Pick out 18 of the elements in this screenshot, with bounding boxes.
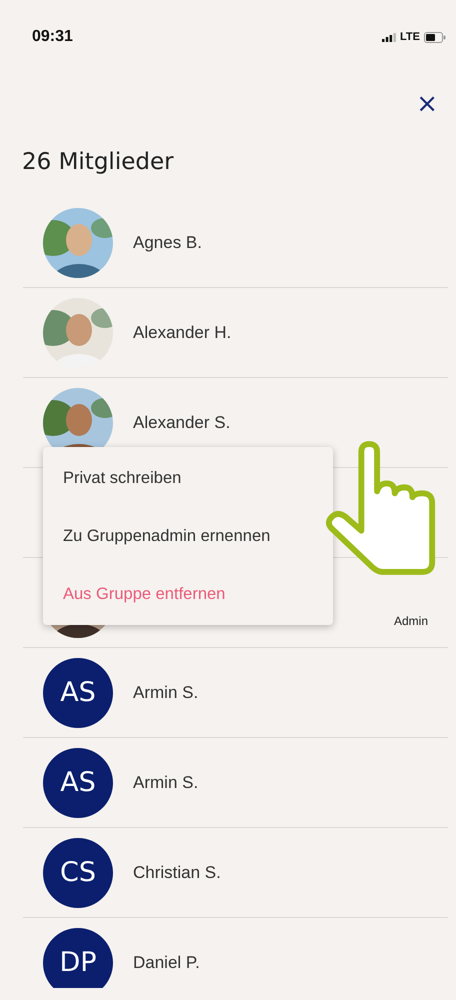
initials-avatar: CS	[43, 838, 113, 908]
close-button[interactable]: ×	[412, 91, 442, 117]
member-name: Armin S.	[133, 772, 198, 792]
role-label: Admin	[394, 614, 428, 628]
member-name: Alexander H.	[133, 322, 232, 342]
initials-avatar: AS	[43, 748, 113, 818]
initials-avatar: AS	[43, 658, 113, 728]
member-name: Agnes B.	[133, 232, 202, 252]
member-name: Daniel P.	[133, 952, 200, 972]
member-name: Alexander S.	[133, 412, 230, 432]
menu-item[interactable]: Zu Gruppenadmin ernennen	[43, 507, 333, 565]
menu-item[interactable]: Privat schreiben	[43, 449, 333, 507]
initials-avatar: DP	[43, 928, 113, 988]
page-title: 26 Mitglieder	[21, 148, 175, 177]
member-name: Christian S.	[133, 862, 221, 882]
status-time: 09:31	[32, 28, 73, 46]
network-label: LTE	[400, 31, 420, 43]
member-name: Armin S.	[133, 682, 198, 702]
